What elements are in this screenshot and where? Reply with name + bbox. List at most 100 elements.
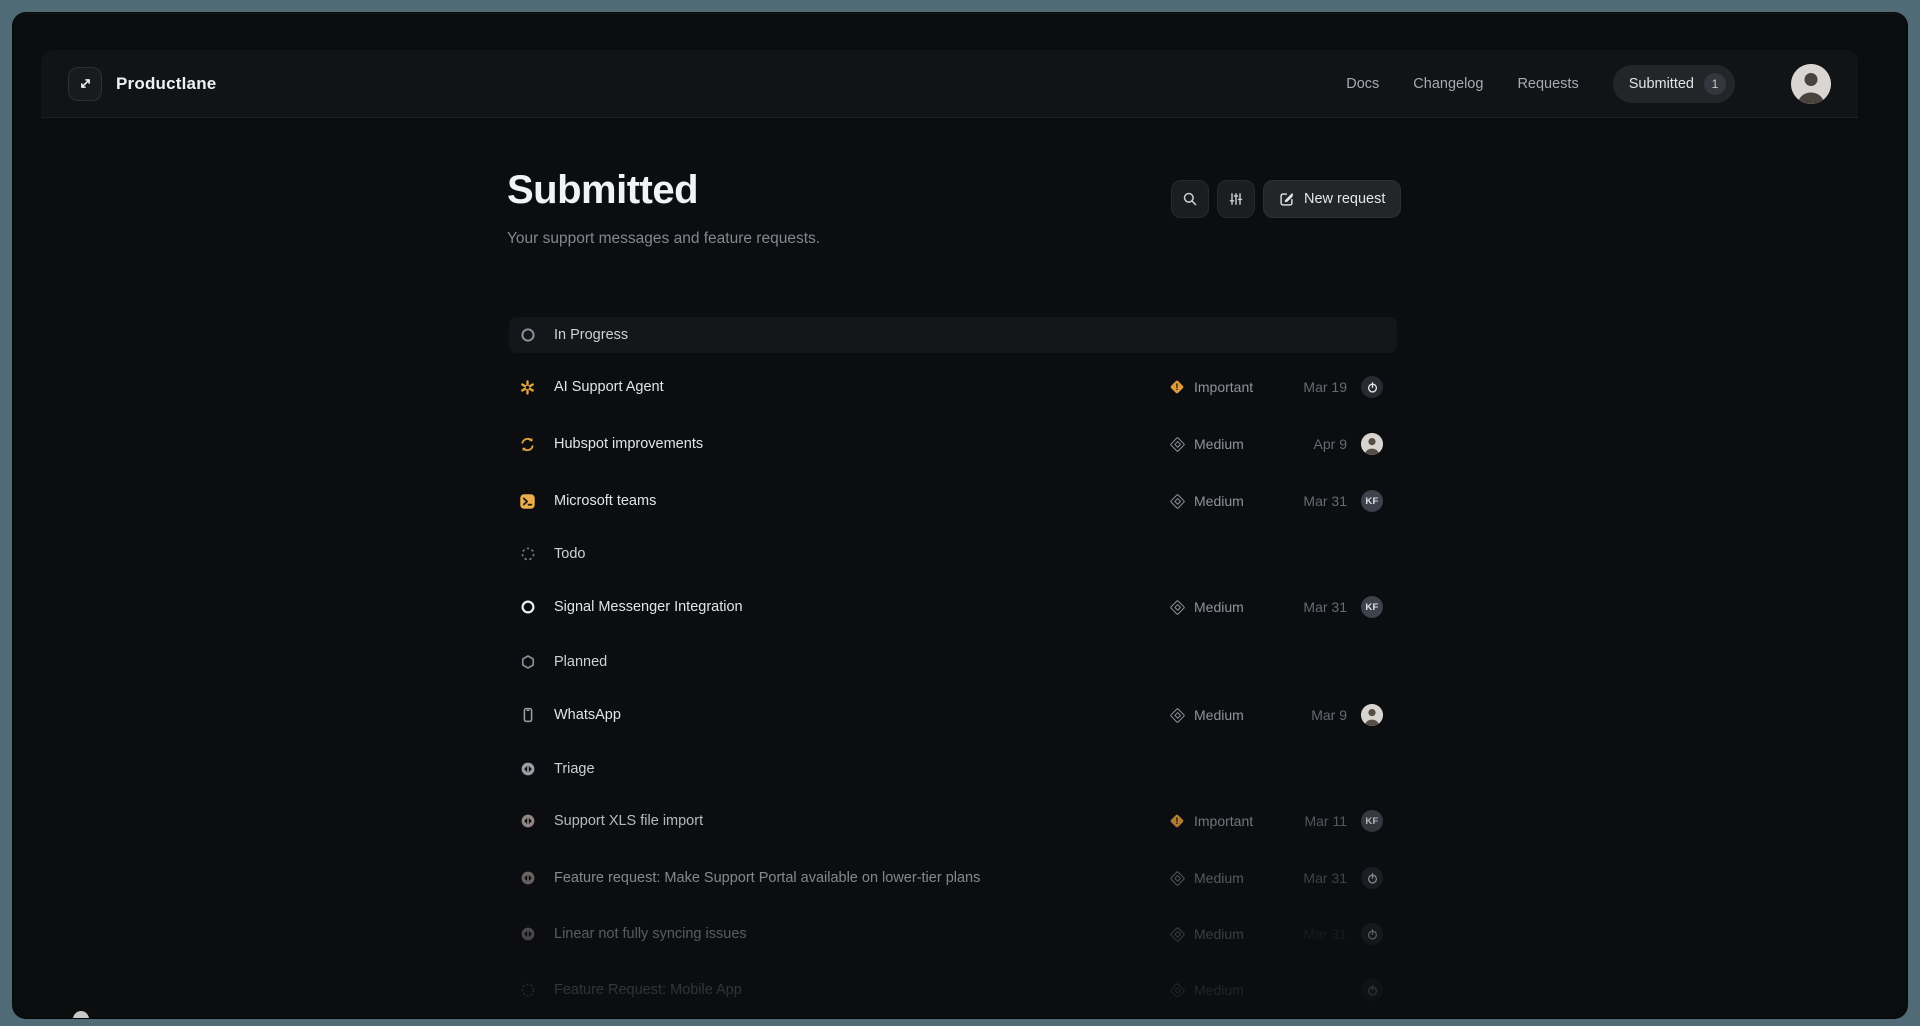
priority-important-icon <box>1169 813 1185 829</box>
item-date: Mar 9 <box>1273 707 1347 723</box>
item-title: Signal Messenger Integration <box>554 599 743 615</box>
dashed-circle-icon <box>519 982 536 999</box>
assignee-avatar-initials: KF <box>1361 596 1383 618</box>
item-title: Microsoft teams <box>554 493 656 509</box>
priority-medium-icon <box>1169 493 1185 509</box>
top-nav: Docs Changelog Requests Submitted 1 <box>1346 64 1831 104</box>
item-title: Support XLS file import <box>554 813 703 829</box>
brand: Productlane <box>68 67 216 101</box>
group-header-todo[interactable]: Todo <box>509 534 1397 574</box>
list-item[interactable]: Hubspot improvements Medium Apr 9 <box>509 424 1397 464</box>
priority: Medium <box>1169 707 1273 723</box>
user-photo-icon <box>1791 64 1831 104</box>
priority: Medium <box>1169 982 1273 998</box>
nav-submitted-label: Submitted <box>1629 76 1694 92</box>
filter-sliders-icon <box>1228 191 1244 207</box>
priority: Important <box>1169 379 1273 395</box>
group-label: Triage <box>554 761 595 777</box>
priority: Medium <box>1169 493 1273 509</box>
assignee-avatar-photo <box>1361 433 1383 455</box>
todo-dashed-circle-icon <box>519 546 536 563</box>
item-date: Mar 19 <box>1273 379 1347 395</box>
triage-circle-icon <box>519 870 536 887</box>
priority: Medium <box>1169 870 1273 886</box>
priority: Medium <box>1169 436 1273 452</box>
openai-icon <box>519 379 536 396</box>
list-item[interactable]: Feature Request: Mobile App Medium <box>509 970 1397 1010</box>
group-header-triage[interactable]: Triage <box>509 749 1397 789</box>
priority-medium-icon <box>1169 926 1185 942</box>
priority-medium-icon <box>1169 599 1185 615</box>
group-header-planned[interactable]: Planned <box>509 642 1397 682</box>
item-title: AI Support Agent <box>554 379 664 395</box>
phone-icon <box>519 707 536 724</box>
nav-submitted-active[interactable]: Submitted 1 <box>1613 65 1735 103</box>
group-header-in-progress[interactable]: In Progress <box>509 317 1397 353</box>
group-label: Todo <box>554 546 586 563</box>
triage-circle-icon <box>519 926 536 943</box>
planned-hexagon-icon <box>519 654 536 671</box>
group-label: In Progress <box>554 327 628 343</box>
priority-medium-icon <box>1169 436 1185 452</box>
diagonal-resize-arrow-icon <box>77 75 94 92</box>
item-date: Mar 11 <box>1273 813 1347 829</box>
list-item[interactable]: Microsoft teams Medium Mar 31 KF <box>509 481 1397 521</box>
page-title: Submitted <box>507 168 698 213</box>
new-request-button[interactable]: New request <box>1263 180 1401 218</box>
in-progress-circle-icon <box>519 327 536 344</box>
item-date: Mar 31 <box>1273 599 1347 615</box>
compose-icon <box>1279 191 1295 207</box>
triage-circle-icon <box>519 761 536 778</box>
search-button[interactable] <box>1171 180 1209 218</box>
priority-medium-icon <box>1169 870 1185 886</box>
brand-name: Productlane <box>116 74 216 94</box>
list-item[interactable]: WhatsApp Medium Mar 9 <box>509 695 1397 735</box>
priority: Important <box>1169 813 1273 829</box>
assignee-avatar-logo <box>1361 923 1383 945</box>
item-title: WhatsApp <box>554 707 621 723</box>
submitted-count-badge: 1 <box>1704 73 1726 95</box>
priority: Medium <box>1169 926 1273 942</box>
toolbar: New request <box>1171 180 1401 218</box>
list-item[interactable]: Linear not fully syncing issues Medium M… <box>509 914 1397 954</box>
assignee-avatar-logo <box>1361 376 1383 398</box>
list-item[interactable]: Support XLS file import Important Mar 11… <box>509 801 1397 841</box>
filter-button[interactable] <box>1217 180 1255 218</box>
new-request-label: New request <box>1304 191 1385 207</box>
ring-icon <box>519 599 536 616</box>
nav-requests[interactable]: Requests <box>1517 76 1578 92</box>
item-title: Hubspot improvements <box>554 436 703 452</box>
item-title: Feature Request: Mobile App <box>554 982 742 998</box>
assignee-avatar-photo <box>1361 704 1383 726</box>
sync-arrows-icon <box>519 436 536 453</box>
assignee-avatar-initials: KF <box>1361 490 1383 512</box>
page-subtitle: Your support messages and feature reques… <box>507 230 820 248</box>
item-date: Apr 9 <box>1273 436 1347 452</box>
assignee-avatar-initials: KF <box>1361 810 1383 832</box>
list-item[interactable]: Signal Messenger Integration Medium Mar … <box>509 587 1397 627</box>
triage-circle-icon <box>519 813 536 830</box>
priority-important-icon <box>1169 379 1185 395</box>
top-header: Productlane Docs Changelog Requests Subm… <box>41 50 1858 118</box>
terminal-icon <box>519 493 536 510</box>
productlane-logo[interactable] <box>68 67 102 101</box>
app-window: Productlane Docs Changelog Requests Subm… <box>41 50 1858 1018</box>
item-title: Linear not fully syncing issues <box>554 926 747 942</box>
nav-docs[interactable]: Docs <box>1346 76 1379 92</box>
item-date: Mar 31 <box>1273 870 1347 886</box>
list-item[interactable]: Feature request: Make Support Portal ava… <box>509 858 1397 898</box>
group-label: Planned <box>554 654 607 670</box>
item-date: Mar 31 <box>1273 493 1347 509</box>
screenshot-frame: Productlane Docs Changelog Requests Subm… <box>12 12 1908 1019</box>
item-date: Mar 31 <box>1273 926 1347 942</box>
priority: Medium <box>1169 599 1273 615</box>
priority-medium-icon <box>1169 982 1185 998</box>
nav-changelog[interactable]: Changelog <box>1413 76 1483 92</box>
assignee-avatar-logo <box>1361 979 1383 1001</box>
search-icon <box>1182 191 1198 207</box>
list-item[interactable]: AI Support Agent Important Mar 19 <box>509 367 1397 407</box>
assignee-avatar-logo <box>1361 867 1383 889</box>
user-avatar[interactable] <box>1791 64 1831 104</box>
priority-medium-icon <box>1169 707 1185 723</box>
item-title: Feature request: Make Support Portal ava… <box>554 870 980 886</box>
